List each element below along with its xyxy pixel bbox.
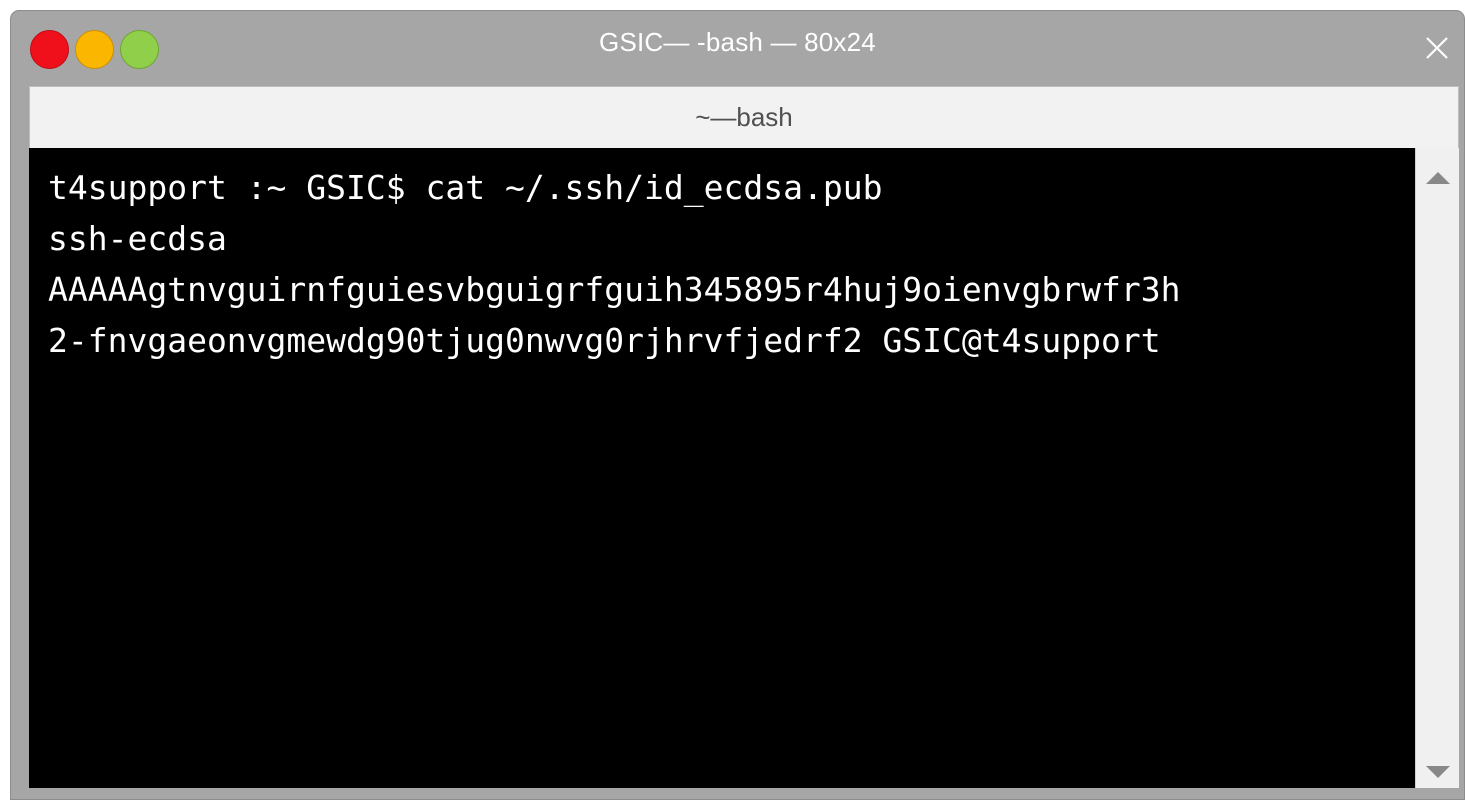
close-x-icon[interactable]: [1424, 35, 1450, 61]
terminal-line: t4support :~ GSIC$ cat ~/.ssh/id_ecdsa.p…: [48, 168, 883, 207]
terminal-output[interactable]: t4support :~ GSIC$ cat ~/.ssh/id_ecdsa.p…: [29, 148, 1415, 788]
window-title: GSIC— -bash — 80x24: [599, 27, 876, 57]
terminal-window: GSIC— -bash — 80x24 ~—bash t4support :~ …: [10, 10, 1465, 800]
scroll-up-arrow-icon[interactable]: [1426, 172, 1450, 184]
tab-bar: ~—bash: [29, 86, 1459, 148]
scroll-down-arrow-icon[interactable]: [1426, 766, 1450, 778]
terminal-line: ssh-ecdsa: [48, 219, 227, 258]
terminal-line: 2-fnvgaeonvgmewdg90tjug0nwvg0rjhrvfjedrf…: [48, 321, 1161, 360]
terminal-line: AAAAAgtnvguirnfguiesvbguigrfguih345895r4…: [48, 270, 1181, 309]
title-bar[interactable]: GSIC— -bash — 80x24: [11, 11, 1464, 86]
vertical-scrollbar[interactable]: [1415, 148, 1459, 788]
tab-bash[interactable]: ~—bash: [30, 102, 1458, 133]
